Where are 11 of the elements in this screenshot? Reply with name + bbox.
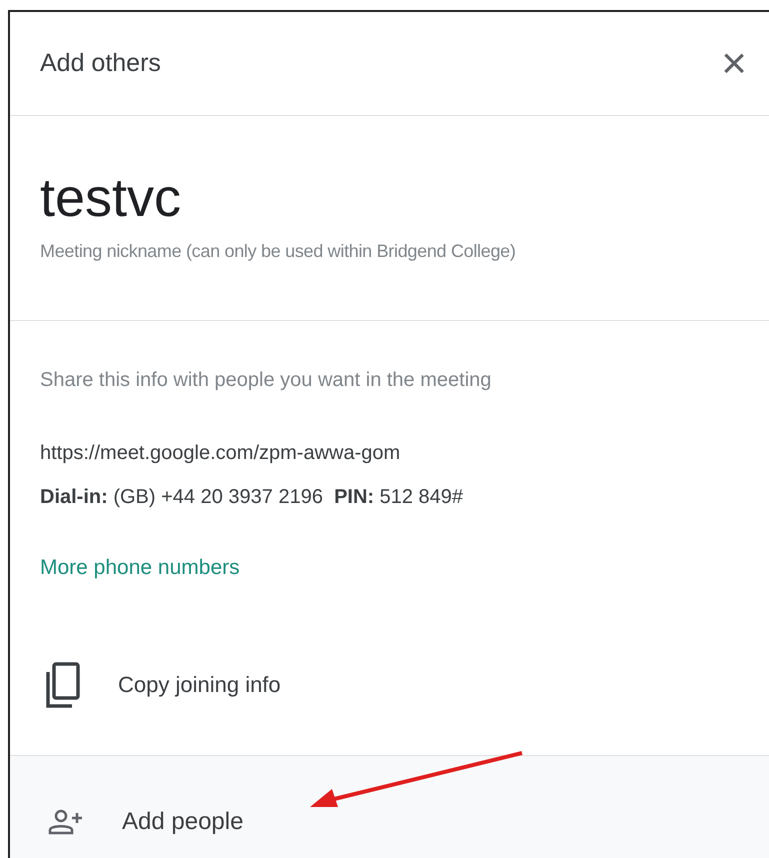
add-people-button[interactable]: Add people bbox=[48, 804, 244, 840]
dial-in-info: Dial-in: (GB) +44 20 3937 2196 PIN: 512 849# bbox=[40, 485, 464, 510]
dialog-title: Add others bbox=[40, 48, 161, 79]
meeting-url[interactable]: https://meet.google.com/zpm-awwa-gom bbox=[40, 438, 769, 468]
meeting-name: testvc bbox=[40, 167, 182, 230]
close-button[interactable]: × bbox=[717, 42, 751, 86]
copy-joining-info-button[interactable]: Copy joining info bbox=[40, 662, 281, 708]
meeting-caption: Meeting nickname (can only be used within Bridgend College) bbox=[40, 240, 517, 263]
add-person-icon bbox=[48, 809, 82, 835]
more-phone-numbers-link[interactable]: More phone numbers bbox=[40, 552, 240, 584]
share-intro: Share this info with people you want in the meeting bbox=[40, 368, 492, 393]
